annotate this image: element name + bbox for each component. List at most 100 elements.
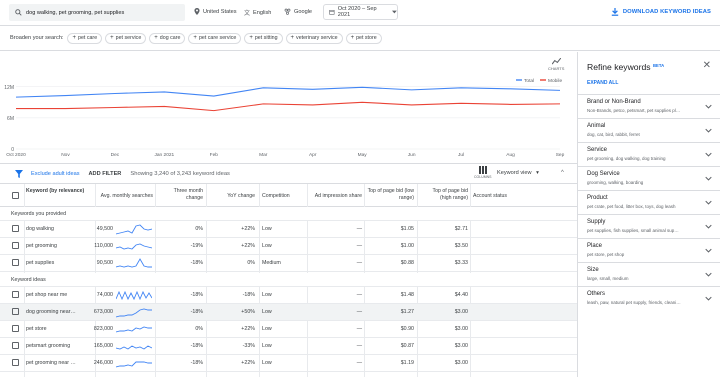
chevron-down-icon[interactable]	[705, 247, 712, 254]
calendar-icon	[329, 9, 335, 15]
expand-all-button[interactable]: EXPAND ALL	[587, 80, 618, 86]
chevron-down-icon[interactable]	[705, 199, 712, 206]
refine-group-subtitle: leash, paw, natural pet supply, friends,…	[587, 300, 681, 305]
table-row[interactable]: pet store 823,000 0% +22% Low — $0.90 $3…	[0, 321, 577, 338]
refine-group-title: Animal	[587, 123, 606, 129]
chevron-down-icon[interactable]	[705, 103, 712, 110]
three-month-cell: -19%	[190, 243, 203, 249]
filter-button[interactable]	[11, 163, 27, 184]
download-icon	[611, 8, 619, 16]
row-checkbox[interactable]	[12, 225, 19, 232]
date-range-picker[interactable]: Oct 2020 – Sep 2021	[323, 4, 398, 20]
row-checkbox[interactable]	[12, 359, 19, 366]
row-checkbox[interactable]	[12, 325, 19, 332]
plus-icon: +	[154, 35, 158, 41]
header-yoy[interactable]: YoY change	[215, 193, 255, 200]
chevron-down-icon[interactable]	[705, 295, 712, 302]
table-row[interactable]: dog grooming near… 673,000 -18% +50% Low…	[0, 304, 577, 321]
series-line-mobile[interactable]	[16, 101, 561, 112]
bid-low-cell: $1.19	[400, 360, 414, 366]
header-competition[interactable]: Competition	[262, 193, 302, 200]
table-row[interactable]: dog walking 49,500 0% +22% Low — $1.05 $…	[0, 221, 577, 238]
header-three-month[interactable]: Three month change	[165, 188, 203, 201]
table-header: Keyword (by relevance) Avg. monthly sear…	[0, 184, 577, 207]
chip-pet-sitting[interactable]: + pet sitting	[244, 32, 283, 44]
refine-keywords-panel: Refine keywords BETA ✕ EXPAND ALL Brand …	[577, 52, 720, 377]
bid-low-cell: $0.90	[400, 326, 414, 332]
plus-icon: +	[72, 35, 76, 41]
chip-veterinary-service[interactable]: + veterinary service	[285, 32, 343, 44]
search-value: dog walking, pet grooming, pet supplies	[26, 9, 125, 16]
keyword-view-label: Keyword view	[497, 170, 532, 176]
table-row[interactable]: pet grooming near … 246,000 -18% +22% Lo…	[0, 355, 577, 372]
language-selector[interactable]: 文 English	[244, 8, 272, 18]
chevron-down-icon[interactable]	[705, 175, 712, 182]
keyword-view-dropdown[interactable]: Keyword view ▾	[497, 170, 539, 176]
collapse-icon[interactable]: ^	[561, 170, 564, 176]
add-filter-button[interactable]: ADD FILTER	[89, 171, 122, 177]
header-avg-monthly[interactable]: Avg. monthly searches	[97, 193, 153, 200]
chip-label: veterinary service	[296, 35, 338, 41]
table-toolbar: Exclude adult ideas ADD FILTER Showing 3…	[0, 163, 577, 184]
refine-group[interactable]: Place pet store, pet shop	[578, 238, 720, 262]
filter-icon	[15, 169, 23, 178]
network-selector[interactable]: Google	[284, 8, 312, 15]
chip-label: pet care service	[198, 35, 237, 41]
refine-group[interactable]: Size large, small, medium	[578, 262, 720, 286]
row-checkbox[interactable]	[12, 342, 19, 349]
location-selector[interactable]: United States	[194, 8, 237, 15]
bid-low-cell: $0.87	[400, 343, 414, 349]
refine-group[interactable]: Animal dog, cat, bird, rabbit, ferret	[578, 118, 720, 142]
impression-cell: —	[356, 226, 362, 232]
keyword-search-input[interactable]: dog walking, pet grooming, pet supplies	[9, 4, 185, 21]
chip-pet-care-service[interactable]: + pet care service	[188, 32, 242, 44]
refine-group[interactable]: Service pet grooming, dog walking, dog tr…	[578, 142, 720, 166]
dropdown-arrow-icon	[392, 10, 398, 14]
section-keywords-provided: Keywords you provided	[0, 207, 577, 221]
close-icon[interactable]: ✕	[703, 60, 711, 71]
broaden-label: Broaden your search:	[10, 35, 64, 41]
refine-group[interactable]: Supply pet supplies, fish supplies, small…	[578, 214, 720, 238]
header-bid-high[interactable]: Top of page bid (high range)	[420, 188, 468, 201]
table-row[interactable]: pet shop near me 74,000 -18% -18% Low — …	[0, 287, 577, 304]
select-all-checkbox[interactable]	[12, 192, 19, 199]
chart-type-button[interactable]: CHARTS	[548, 57, 564, 71]
refine-group[interactable]: Brand or Non-Brand Non-Brands, petco, pet…	[578, 94, 720, 118]
plus-icon: +	[110, 35, 114, 41]
row-checkbox[interactable]	[12, 242, 19, 249]
download-keyword-ideas-button[interactable]: DOWNLOAD KEYWORD IDEAS	[611, 8, 711, 16]
header-bid-low[interactable]: Top of page bid (low range)	[366, 188, 414, 201]
chip-pet-store[interactable]: + pet store	[345, 32, 382, 44]
table-row[interactable]: petsmart grooming 165,000 -18% -33% Low …	[0, 338, 577, 355]
chip-pet-service[interactable]: + pet service	[105, 32, 147, 44]
header-account-status[interactable]: Account status	[473, 193, 523, 200]
keyword-cell: petsmart grooming	[26, 343, 71, 349]
series-line-total[interactable]	[15, 86, 561, 98]
chevron-down-icon[interactable]	[705, 127, 712, 134]
keyword-cell: dog grooming near…	[26, 309, 76, 315]
refine-group[interactable]: Product pet crate, pet food, litter box, …	[578, 190, 720, 214]
three-month-cell: -18%	[190, 309, 203, 315]
refine-group[interactable]: Dog Service grooming, walking, boarding	[578, 166, 720, 190]
exclude-adult-ideas-link[interactable]: Exclude adult ideas	[31, 171, 80, 177]
chevron-down-icon[interactable]	[705, 271, 712, 278]
chip-dog-care[interactable]: + dog care	[149, 32, 186, 44]
columns-button[interactable]: COLUMNS	[474, 166, 492, 179]
language-label: English	[253, 9, 272, 16]
table-row[interactable]: pet grooming 110,000 -19% +22% Low — $1.…	[0, 238, 577, 255]
refine-title: Refine keywords	[587, 62, 651, 72]
date-range-label: Oct 2020 – Sep 2021	[337, 6, 377, 18]
impression-cell: —	[356, 360, 362, 366]
row-checkbox[interactable]	[12, 308, 19, 315]
trend-sparkline	[116, 258, 152, 268]
chevron-down-icon[interactable]	[705, 223, 712, 230]
header-ad-impression[interactable]: Ad impression share	[310, 193, 362, 200]
chip-pet-care[interactable]: + pet care	[67, 32, 103, 44]
chevron-down-icon[interactable]	[705, 151, 712, 158]
table-row[interactable]: pet supplies 90,500 -18% 0% Medium — $0.…	[0, 255, 577, 272]
row-checkbox[interactable]	[12, 291, 19, 298]
y-tick-label: 6M	[7, 116, 14, 122]
refine-group[interactable]: Others leash, paw, natural pet supply, fr…	[578, 286, 720, 310]
row-checkbox[interactable]	[12, 259, 19, 266]
header-keyword[interactable]: Keyword (by relevance)	[26, 188, 86, 195]
